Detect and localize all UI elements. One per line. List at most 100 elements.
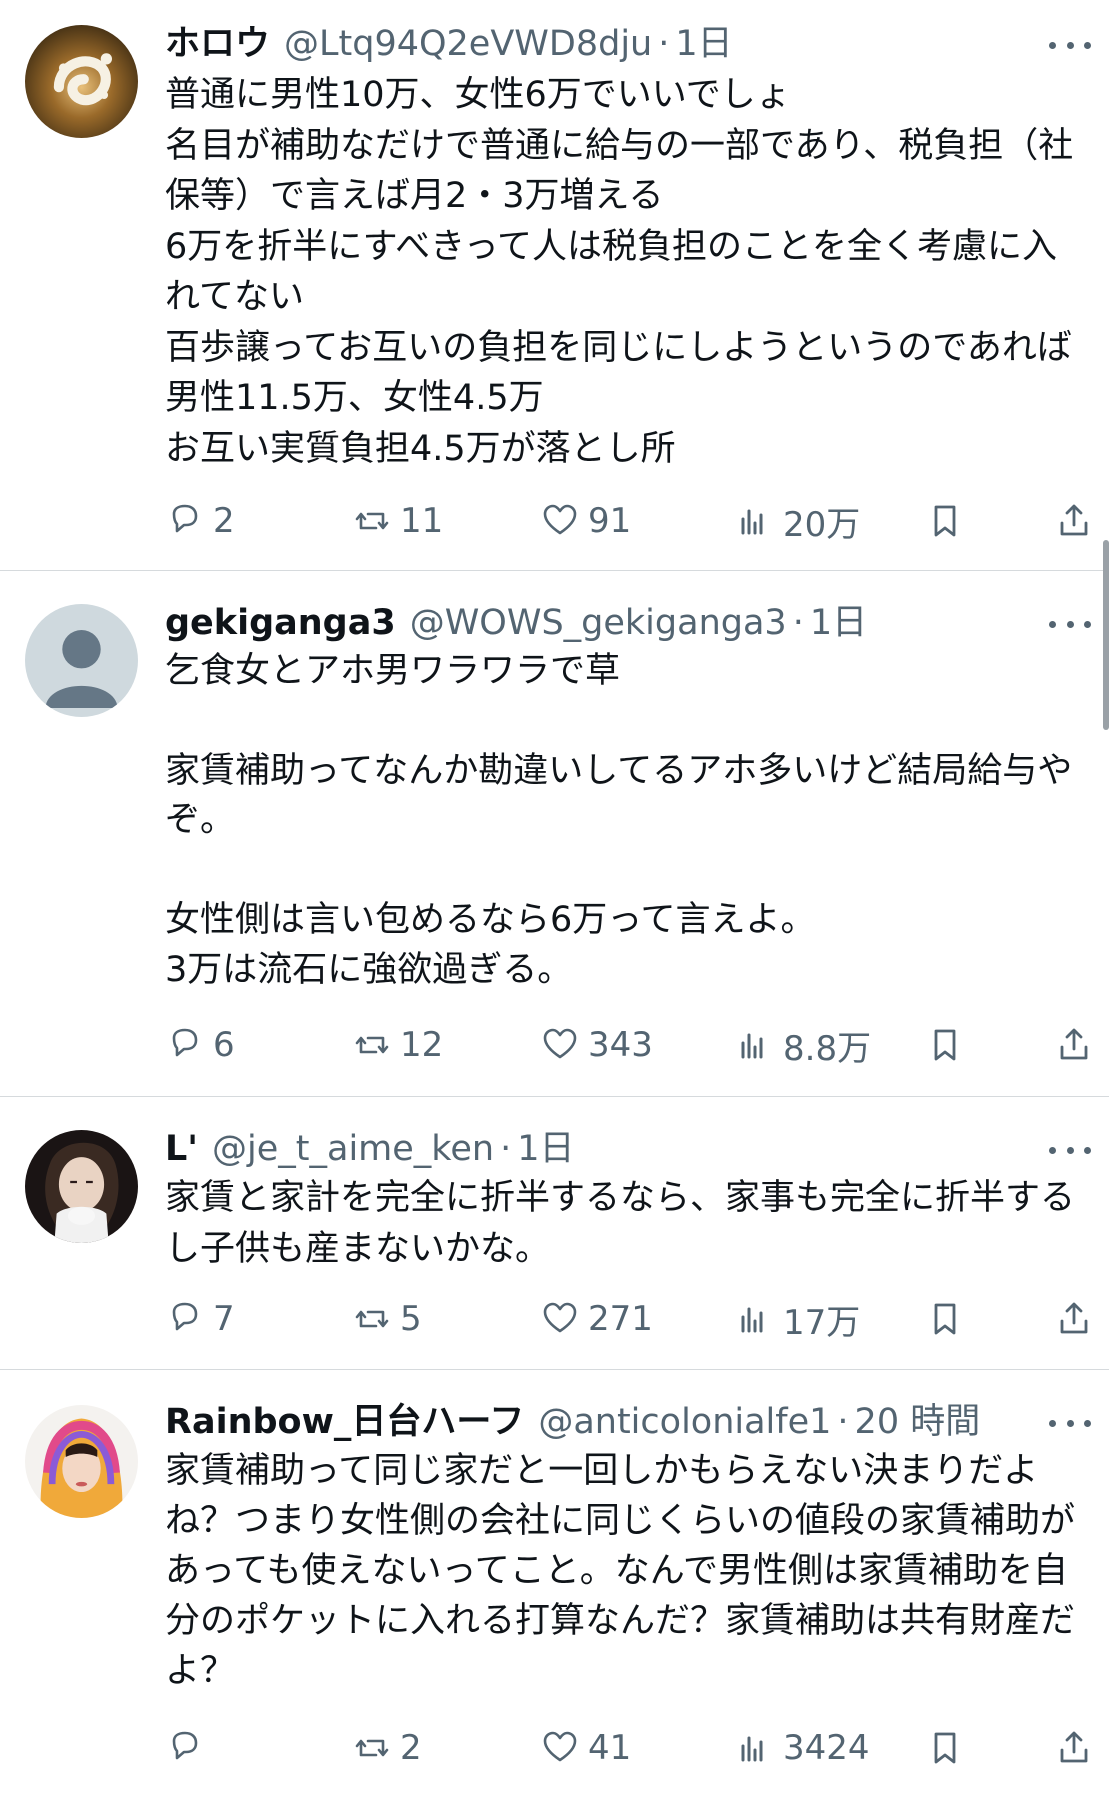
bookmark-button[interactable] [925, 1293, 965, 1345]
post-time[interactable]: 20 時間 [855, 1399, 981, 1445]
share-button[interactable] [1054, 1722, 1094, 1774]
like-button[interactable]: 343 [540, 1019, 653, 1071]
repost-button[interactable]: 5 [352, 1293, 422, 1345]
repost-icon [355, 1739, 389, 1757]
more-icon-dot [1084, 41, 1091, 49]
reply-button[interactable]: 6 [165, 1019, 235, 1071]
reply-count: 7 [213, 1299, 235, 1339]
reply-icon [172, 1028, 198, 1057]
like-button[interactable]: 91 [540, 495, 631, 547]
views-count: 8.8万 [783, 1028, 872, 1069]
share-button[interactable] [1054, 495, 1094, 547]
user-handle[interactable]: @anticolonialfe1 [538, 1399, 831, 1445]
more-icon-dot [1084, 1419, 1091, 1427]
action-bar: 7 5 271 17万 [0, 1293, 1109, 1345]
avatar[interactable] [25, 1405, 138, 1518]
views-count: 3424 [783, 1728, 870, 1768]
views-icon [741, 509, 763, 535]
post-header: ホロウ @Ltq94Q2eVWD8dju · 1日 [165, 21, 733, 67]
share-icon [1060, 1028, 1088, 1060]
post[interactable]: L' @je_t_aime_ken · 1日 家賃と家計を完全に折半するなら、家… [0, 1097, 1109, 1369]
post-time[interactable]: 1日 [810, 600, 867, 646]
more-options-button[interactable] [1045, 1135, 1095, 1165]
more-options-button[interactable] [1045, 609, 1095, 639]
repost-button[interactable]: 12 [352, 1019, 443, 1071]
share-icon [1060, 1731, 1088, 1763]
display-name[interactable]: Rainbow_日台ハーフ [165, 1399, 524, 1445]
post-time[interactable]: 1日 [517, 1126, 574, 1172]
bookmark-button[interactable] [925, 1722, 965, 1774]
bookmark-icon [934, 1029, 956, 1061]
post-header: L' @je_t_aime_ken · 1日 [165, 1126, 574, 1172]
separator-dot: · [658, 24, 670, 64]
post-time[interactable]: 1日 [675, 21, 732, 67]
user-handle[interactable]: @WOWS_gekiganga3 [410, 600, 787, 646]
share-icon [1060, 504, 1088, 536]
action-bar: 2 11 91 20万 [0, 495, 1109, 547]
bookmark-button[interactable] [925, 495, 965, 547]
repost-icon [355, 512, 389, 530]
more-options-button[interactable] [1045, 1408, 1095, 1438]
more-icon-dot [1066, 1419, 1074, 1427]
views-icon [741, 1033, 763, 1059]
like-button[interactable]: 271 [540, 1293, 653, 1345]
reply-count: 6 [213, 1025, 235, 1065]
avatar[interactable] [25, 604, 138, 717]
bookmark-icon [934, 1303, 956, 1335]
like-button[interactable]: 41 [540, 1722, 631, 1774]
views-count: 20万 [783, 504, 861, 545]
views-button[interactable]: 8.8万 [735, 1019, 871, 1071]
user-handle[interactable]: @Ltq94Q2eVWD8dju [284, 21, 652, 67]
bookmark-icon [934, 505, 956, 537]
display-name[interactable]: gekiganga3 [165, 600, 396, 646]
repost-button[interactable]: 11 [352, 495, 443, 547]
post[interactable]: ホロウ @Ltq94Q2eVWD8dju · 1日 普通に男性10万、女性6万で… [0, 0, 1109, 570]
separator-dot: · [500, 1129, 512, 1169]
like-icon [543, 504, 577, 535]
more-icon-dot [1084, 1146, 1091, 1154]
more-icon [1049, 1419, 1056, 1427]
display-name[interactable]: L' [165, 1126, 198, 1172]
scrollbar[interactable] [1103, 540, 1109, 730]
views-button[interactable]: 20万 [735, 495, 860, 547]
repost-icon [355, 1036, 389, 1054]
avatar-image [25, 1130, 138, 1243]
post[interactable]: gekiganga3 @WOWS_gekiganga3 · 1日 乞食女とアホ男… [0, 571, 1109, 1096]
more-icon-dot [1066, 1146, 1074, 1154]
more-icon-dot [1066, 620, 1074, 628]
views-button[interactable]: 3424 [735, 1722, 870, 1774]
views-button[interactable]: 17万 [735, 1293, 860, 1345]
post[interactable]: Rainbow_日台ハーフ @anticolonialfe1 · 20 時間 家… [0, 1370, 1109, 1795]
post-header: Rainbow_日台ハーフ @anticolonialfe1 · 20 時間 [165, 1399, 980, 1445]
action-bar: 2 41 3424 [0, 1722, 1109, 1774]
action-bar: 6 12 343 8.8万 [0, 1019, 1109, 1071]
display-name[interactable]: ホロウ [165, 21, 270, 67]
bookmark-button[interactable] [925, 1019, 965, 1071]
repost-icon [355, 1310, 389, 1328]
separator-dot: · [792, 603, 804, 643]
like-count: 41 [588, 1728, 632, 1768]
post-header: gekiganga3 @WOWS_gekiganga3 · 1日 [165, 600, 867, 646]
reply-button[interactable]: 2 [165, 495, 235, 547]
repost-button[interactable]: 2 [352, 1722, 422, 1774]
more-icon [1049, 41, 1056, 49]
like-icon [543, 1731, 577, 1762]
share-button[interactable] [1054, 1293, 1094, 1345]
like-count: 271 [588, 1299, 653, 1339]
like-count: 343 [588, 1025, 653, 1065]
more-icon-dot [1066, 41, 1074, 49]
like-icon [543, 1028, 577, 1059]
avatar[interactable] [25, 25, 138, 138]
post-text: 家賃と家計を完全に折半するなら、家事も完全に折半するし子供も産まないかな。 [165, 1178, 1076, 1269]
user-handle[interactable]: @je_t_aime_ken [212, 1126, 494, 1172]
more-options-button[interactable] [1045, 30, 1095, 60]
reply-button[interactable] [165, 1722, 213, 1774]
reply-button[interactable]: 7 [165, 1293, 235, 1345]
avatar[interactable] [25, 1130, 138, 1243]
default-avatar-icon [25, 604, 138, 717]
reply-count: 2 [213, 501, 235, 541]
post-text: 普通に男性10万、女性6万でいいでしょ 名目が補助なだけで普通に給与の一部であり… [165, 75, 1074, 469]
reply-icon [172, 504, 198, 533]
share-button[interactable] [1054, 1019, 1094, 1071]
views-icon [741, 1736, 763, 1762]
